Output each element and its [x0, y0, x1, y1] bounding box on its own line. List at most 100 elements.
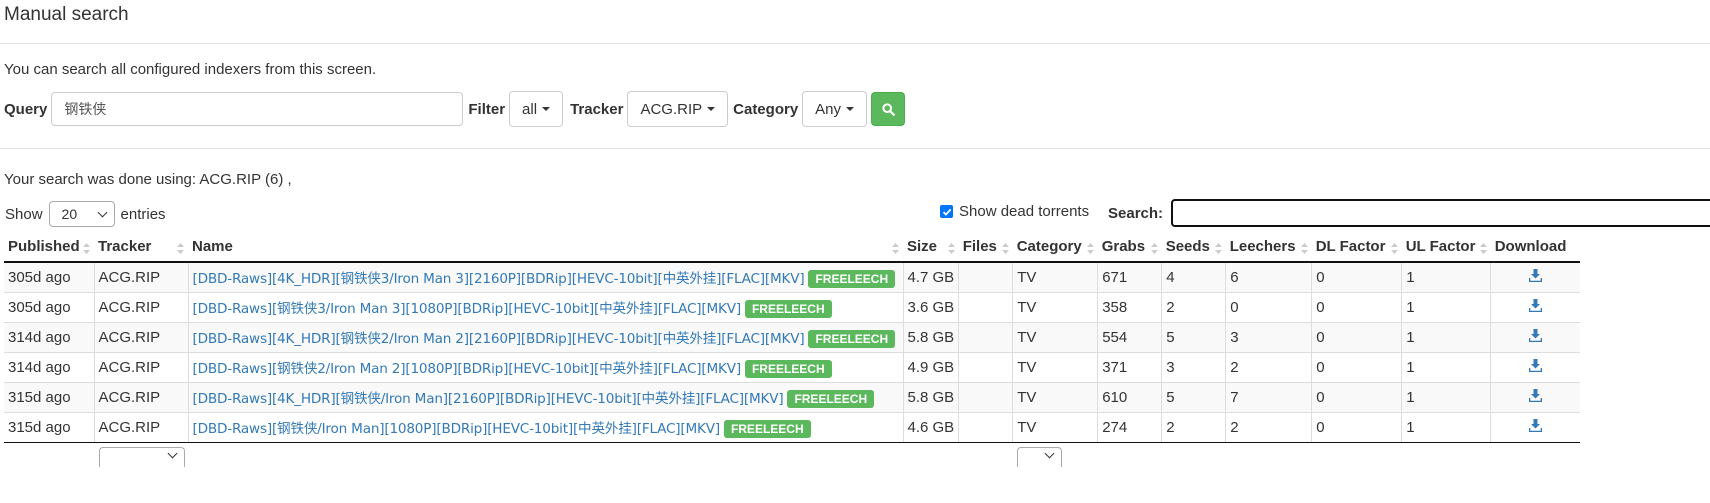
cell-files — [958, 382, 1013, 413]
cell-category: TV — [1012, 382, 1098, 413]
checkmark-icon — [942, 208, 951, 216]
release-link[interactable]: [DBD-Raws][4K_HDR][钢铁侠2/Iron Man 2][2160… — [193, 331, 805, 347]
tracker-value: ACG.RIP — [640, 100, 703, 118]
table-search-label: Search: — [1108, 204, 1164, 222]
cell-grabs: 554 — [1097, 322, 1162, 353]
cell-seeds: 5 — [1161, 322, 1226, 353]
cell-tracker: ACG.RIP — [93, 412, 188, 443]
show-label: Show — [5, 205, 43, 223]
cell-leechers: 6 — [1225, 261, 1312, 293]
freeleech-badge: FREELEECH — [787, 390, 875, 409]
cell-published: 315d ago — [4, 412, 94, 443]
download-icon[interactable] — [1528, 269, 1543, 283]
column-header-tracker[interactable]: Tracker — [94, 232, 188, 263]
show-dead-toggle[interactable]: Show dead torrents — [940, 203, 1089, 220]
divider — [0, 148, 1710, 149]
download-icon[interactable] — [1528, 389, 1543, 403]
column-header-name[interactable]: Name — [188, 232, 903, 263]
cell-tracker: ACG.RIP — [93, 322, 188, 353]
entries-label: entries — [120, 205, 166, 223]
cell-published: 314d ago — [4, 352, 94, 383]
table-body: 305d ago ACG.RIP [DBD-Raws][4K_HDR][钢铁侠3/I… — [4, 261, 1580, 443]
column-header-files[interactable]: Files — [958, 232, 1013, 263]
search-button[interactable] — [871, 92, 906, 126]
release-link[interactable]: [DBD-Raws][钢铁侠/Iron Man][1080P][BDRip][H… — [193, 421, 721, 437]
cell-seeds: 2 — [1161, 292, 1226, 323]
sort-icon — [1150, 241, 1158, 258]
cell-published: 305d ago — [4, 292, 94, 323]
cell-grabs: 671 — [1097, 261, 1162, 293]
column-header-label: Name — [192, 238, 233, 255]
column-header-label: Download — [1494, 238, 1567, 255]
cell-tracker: ACG.RIP — [93, 292, 188, 323]
cell-published: 315d ago — [4, 382, 94, 413]
search-icon — [881, 102, 895, 116]
cell-download — [1490, 261, 1580, 293]
cell-name: [DBD-Raws][4K_HDR][钢铁侠/Iron Man][2160P][… — [187, 382, 903, 413]
cell-download — [1490, 412, 1580, 443]
cell-size: 4.6 GB — [902, 412, 959, 443]
query-input[interactable]: 钢铁侠 — [51, 92, 464, 126]
column-header-grabs[interactable]: Grabs — [1097, 232, 1162, 263]
release-link[interactable]: [DBD-Raws][4K_HDR][钢铁侠/Iron Man][2160P][… — [193, 391, 784, 407]
filter-value: all — [522, 100, 538, 118]
cell-leechers: 3 — [1225, 322, 1312, 353]
sort-icon — [1214, 241, 1222, 258]
cell-category: TV — [1012, 322, 1098, 353]
download-icon[interactable] — [1528, 419, 1543, 433]
cell-grabs: 274 — [1097, 412, 1162, 443]
column-header-dl-factor[interactable]: DL Factor — [1311, 232, 1402, 263]
freeleech-badge: FREELEECH — [808, 330, 896, 349]
cell-dl: 0 — [1311, 412, 1402, 443]
release-link[interactable]: [DBD-Raws][钢铁侠3/Iron Man 3][1080P][BDRip… — [193, 301, 742, 317]
table-search-input[interactable] — [1171, 199, 1710, 227]
table-row: 314d ago ACG.RIP [DBD-Raws][钢铁侠2/Iron Man … — [4, 352, 1580, 383]
column-header-ul-factor[interactable]: UL Factor — [1401, 232, 1491, 263]
results-table: Published Tracker Name Size Files Category Gra… — [4, 232, 1580, 443]
release-link[interactable]: [DBD-Raws][钢铁侠2/Iron Man 2][1080P][BDRip… — [193, 361, 742, 377]
sort-icon — [1479, 241, 1487, 258]
intro-text: You can search all configured indexers f… — [4, 61, 377, 78]
download-icon[interactable] — [1528, 329, 1543, 343]
column-header-published[interactable]: Published — [4, 232, 94, 263]
cell-name: [DBD-Raws][钢铁侠/Iron Man][1080P][BDRip][H… — [187, 412, 903, 443]
cell-category: TV — [1012, 352, 1098, 383]
cell-size: 5.8 GB — [902, 382, 959, 413]
column-header-label: Grabs — [1101, 238, 1146, 255]
column-filter-select[interactable] — [99, 447, 185, 467]
cell-tracker: ACG.RIP — [93, 352, 188, 383]
column-header-download[interactable]: Download — [1490, 232, 1580, 263]
show-dead-checkbox[interactable] — [940, 205, 953, 218]
sort-icon — [892, 241, 899, 258]
column-header-leechers[interactable]: Leechers — [1225, 232, 1312, 263]
release-link[interactable]: [DBD-Raws][4K_HDR][钢铁侠3/Iron Man 3][2160… — [193, 271, 805, 287]
download-icon[interactable] — [1528, 299, 1543, 313]
cell-leechers: 2 — [1225, 412, 1312, 443]
download-icon[interactable] — [1528, 359, 1543, 373]
cell-dl: 0 — [1311, 352, 1402, 383]
column-header-label: Leechers — [1229, 238, 1296, 255]
category-value: Any — [815, 100, 842, 118]
column-filter-select[interactable] — [1017, 447, 1062, 467]
column-header-category[interactable]: Category — [1012, 232, 1098, 263]
filter-dropdown[interactable]: all — [509, 91, 564, 127]
tracker-dropdown[interactable]: ACG.RIP — [627, 91, 729, 127]
entries-select[interactable]: 20 — [48, 201, 115, 227]
query-label: Query — [4, 100, 48, 118]
column-header-label: UL Factor — [1405, 238, 1476, 255]
column-header-seeds[interactable]: Seeds — [1161, 232, 1226, 263]
cell-files — [958, 412, 1013, 443]
caret-down-icon — [846, 107, 855, 111]
cell-seeds: 2 — [1161, 412, 1226, 443]
category-dropdown[interactable]: Any — [802, 91, 868, 127]
chevron-down-icon — [1044, 448, 1055, 459]
cell-size: 5.8 GB — [902, 322, 959, 353]
cell-seeds: 5 — [1161, 382, 1226, 413]
column-header-size[interactable]: Size — [903, 232, 959, 263]
freeleech-badge: FREELEECH — [808, 270, 896, 289]
table-row: 315d ago ACG.RIP [DBD-Raws][4K_HDR][钢铁侠/Ir… — [4, 382, 1580, 413]
cell-files — [958, 292, 1013, 323]
column-header-label: DL Factor — [1315, 238, 1386, 255]
freeleech-badge: FREELEECH — [723, 420, 811, 439]
cell-category: TV — [1012, 261, 1098, 293]
